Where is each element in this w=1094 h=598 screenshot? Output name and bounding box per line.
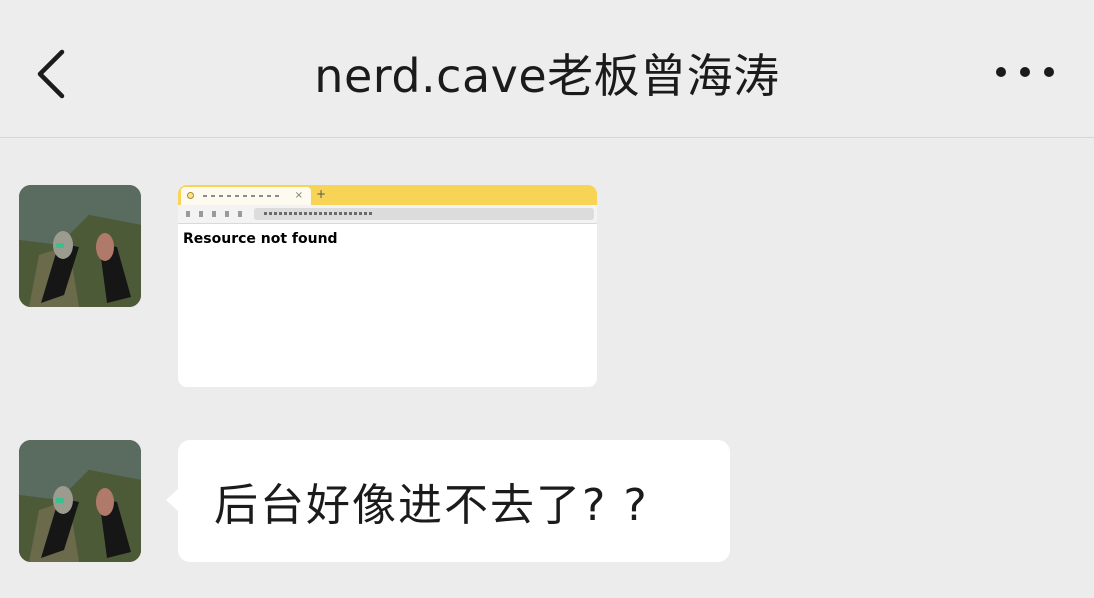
avatar-photo	[19, 185, 141, 307]
tab-title-placeholder	[203, 195, 283, 197]
ellipsis-dot	[1020, 67, 1030, 77]
tab-favicon-icon	[187, 192, 194, 199]
screenshot-tabbar: × +	[178, 185, 597, 205]
message-text: 后台好像进不去了? ?	[214, 480, 649, 531]
avatar[interactable]	[19, 440, 141, 562]
nav-buttons-icon	[186, 211, 246, 217]
url-placeholder	[264, 212, 374, 215]
screenshot-error-text: Resource not found	[183, 231, 338, 247]
ellipsis-icon	[996, 67, 1006, 77]
image-message[interactable]: × + Resource not found	[178, 185, 597, 387]
avatar-photo	[19, 440, 141, 562]
chat-header: nerd.cave老板曾海涛	[0, 0, 1094, 138]
tab-close-icon: ×	[294, 190, 303, 201]
chat-title: nerd.cave老板曾海涛	[314, 49, 780, 103]
text-message[interactable]: 后台好像进不去了? ?	[166, 440, 730, 562]
screenshot-tab: ×	[181, 187, 311, 205]
screenshot-toolbar	[178, 205, 597, 224]
more-options-button[interactable]	[996, 58, 1054, 86]
ellipsis-dot	[1044, 67, 1054, 77]
screenshot-address-bar	[254, 208, 594, 220]
new-tab-icon: +	[316, 187, 327, 201]
bubble-tail	[166, 488, 179, 512]
avatar[interactable]	[19, 185, 141, 307]
